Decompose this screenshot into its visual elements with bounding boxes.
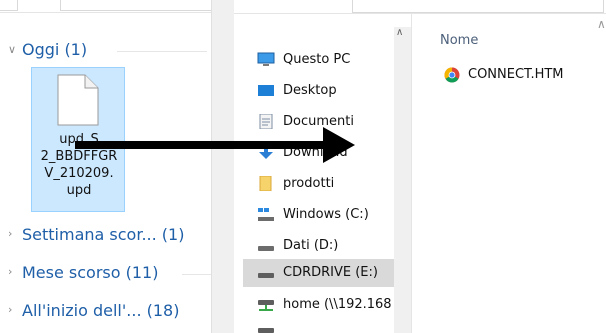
column-header-name[interactable]: Nome: [440, 33, 478, 48]
group-settimana-scorsa[interactable]: › Settimana scor... (1): [8, 225, 185, 244]
chevron-right-icon: ›: [8, 265, 13, 278]
nav-item-windows-c[interactable]: Windows (C:): [243, 201, 394, 229]
nav-item-label: CDRDRIVE (E:): [283, 265, 378, 280]
nav-item-desktop[interactable]: Desktop: [243, 77, 394, 105]
toolbar-segment[interactable]: [0, 0, 18, 11]
file-name-connect[interactable]: CONNECT.HTM: [468, 67, 564, 82]
nav-item-dati-d[interactable]: Dati (D:): [243, 232, 394, 260]
nav-item-label: Desktop: [283, 83, 337, 98]
network-drive-icon: [258, 328, 274, 333]
blank-file-icon: [57, 74, 99, 126]
group-label: Settimana scor... (1): [22, 225, 185, 244]
chevron-down-icon: ∨: [8, 43, 17, 56]
nav-item-label: Dati (D:): [283, 238, 339, 253]
network-drive-icon: [258, 300, 274, 311]
group-mese-scorso[interactable]: › Mese scorso (11): [8, 263, 212, 282]
scroll-up-icon[interactable]: ∧: [396, 27, 403, 38]
right-toolbar-strip: [234, 0, 606, 14]
window-gap: [211, 0, 235, 333]
file-name-line: upd: [66, 183, 92, 198]
nav-item-questo-pc[interactable]: Questo PC: [243, 46, 394, 74]
nav-item-home-network[interactable]: home (\\192.168: [243, 291, 394, 319]
nav-item-label: home (\\192.168: [283, 297, 392, 312]
group-divider-line: [182, 274, 212, 275]
chevron-right-icon: ›: [8, 303, 13, 316]
group-inizio-dell[interactable]: › All'inizio dell'... (18): [8, 301, 180, 320]
group-divider-line: [117, 51, 207, 52]
this-pc-icon: [257, 52, 275, 66]
windows-drive-icon: [258, 208, 274, 221]
address-bar-segment[interactable]: [352, 0, 604, 13]
drive-icon: [258, 246, 274, 251]
group-oggi[interactable]: ∨ Oggi (1): [8, 40, 207, 59]
nav-item-label: prodotti: [283, 176, 335, 191]
chevron-right-icon: ›: [8, 227, 13, 240]
address-bar-segment[interactable]: [60, 0, 222, 11]
nav-item-label: Windows (C:): [283, 207, 369, 222]
drive-icon: [258, 273, 274, 278]
pane-divider[interactable]: [411, 13, 412, 333]
nav-item-cdrdrive-e[interactable]: CDRDRIVE (E:): [243, 259, 394, 287]
left-toolbar-strip: [0, 0, 222, 13]
group-label: Mese scorso (11): [22, 263, 159, 282]
nav-item-label: Questo PC: [283, 52, 351, 67]
folder-icon: [259, 176, 272, 191]
drag-arrow-icon: [75, 127, 355, 163]
column-sort-chevron-icon[interactable]: ∧: [597, 17, 606, 31]
desktop-folder-icon: [258, 85, 274, 96]
nav-item-prodotti[interactable]: prodotti: [243, 170, 394, 198]
group-label: All'inizio dell'... (18): [22, 301, 180, 320]
file-name-line: V_210209.: [44, 166, 114, 181]
chrome-html-icon: [444, 67, 460, 83]
nav-item-network-partial[interactable]: [243, 321, 394, 333]
nav-pane-scrollbar[interactable]: [394, 27, 411, 333]
group-label: Oggi (1): [22, 40, 88, 59]
